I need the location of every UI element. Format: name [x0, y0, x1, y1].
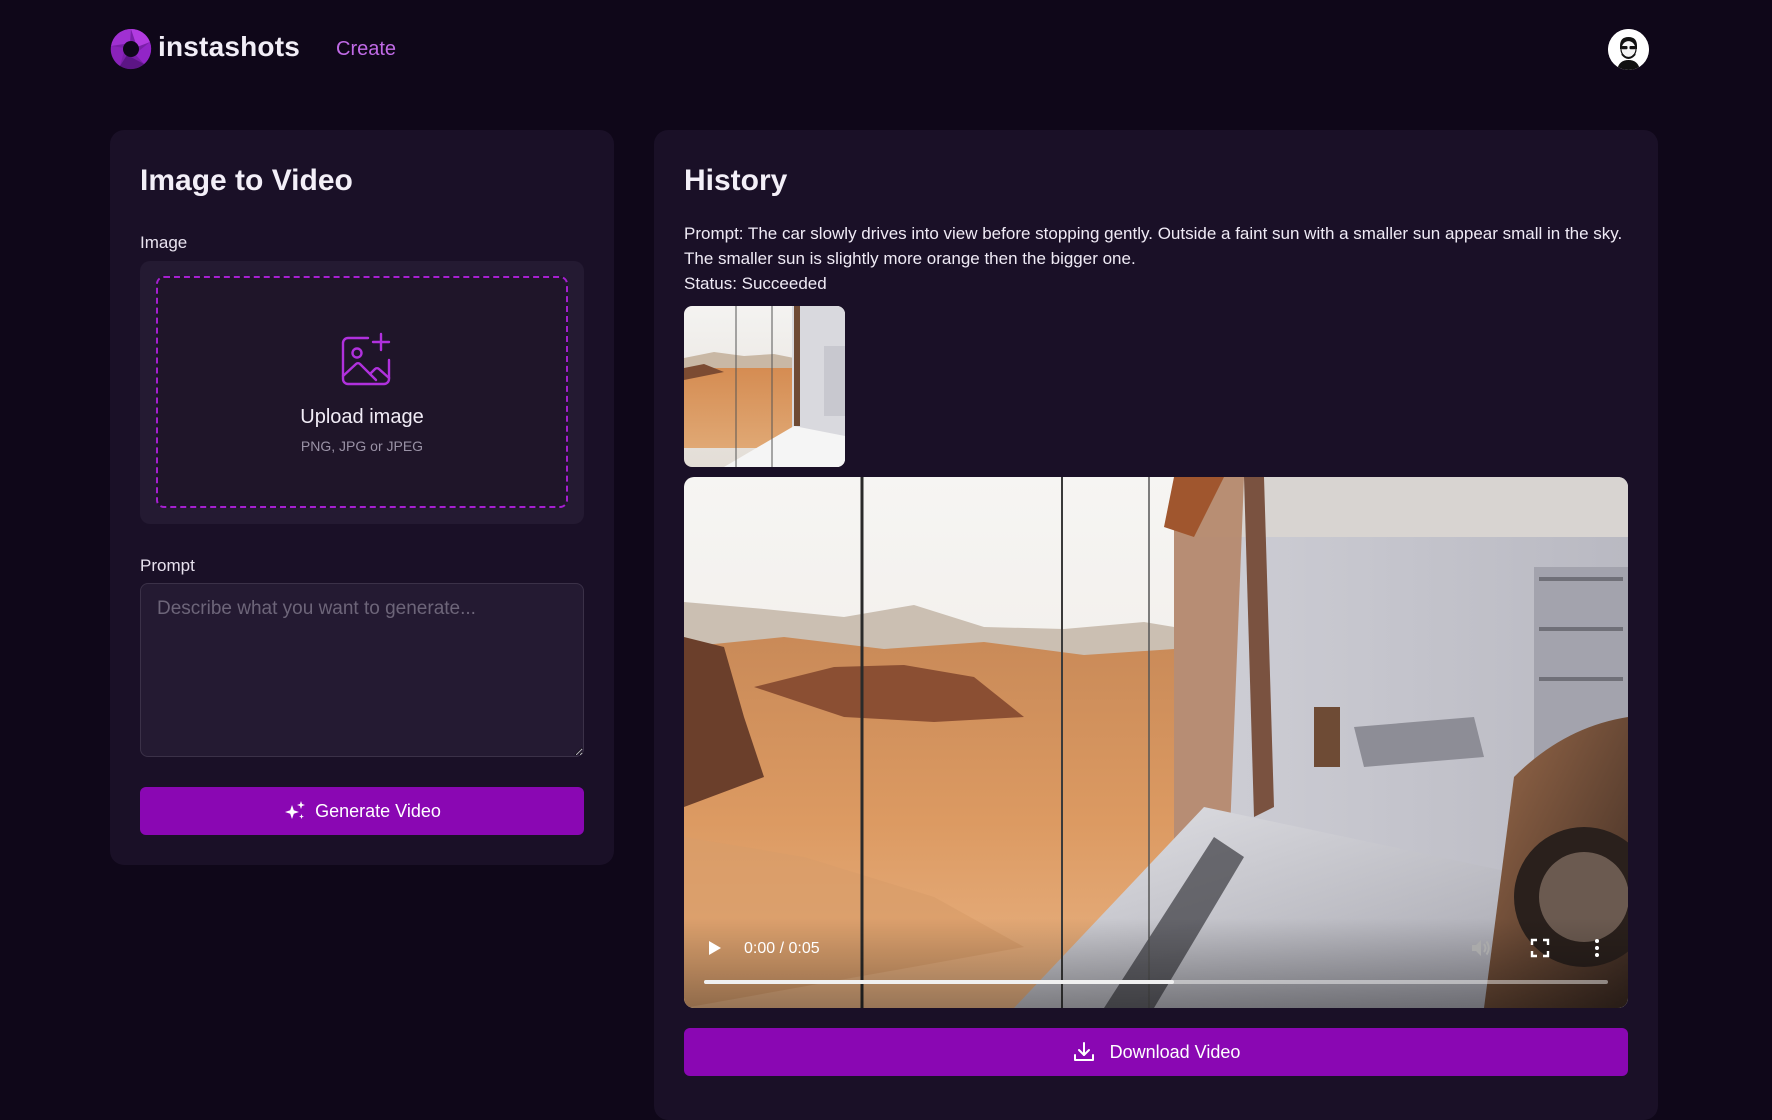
panel-title: Image to Video	[140, 164, 353, 197]
brand-name[interactable]: instashots	[158, 31, 300, 63]
image-to-video-panel: Image to Video Image Upload image PNG, J…	[110, 130, 614, 865]
prompt-label: Prompt	[140, 556, 195, 575]
download-video-button[interactable]: Download Video	[684, 1028, 1628, 1076]
prompt-input[interactable]	[140, 583, 584, 757]
user-avatar-icon	[1608, 29, 1649, 70]
upload-format-hint: PNG, JPG or JPEG	[300, 438, 424, 454]
history-panel: History Prompt: The car slowly drives in…	[654, 130, 1658, 1120]
image-plus-icon	[341, 332, 391, 386]
aperture-icon[interactable]	[110, 28, 152, 70]
source-image-thumbnail[interactable]	[684, 306, 845, 467]
history-prompt-text: Prompt: The car slowly drives into view …	[684, 224, 1623, 268]
image-label: Image	[140, 233, 188, 252]
fullscreen-icon[interactable]	[1530, 938, 1550, 958]
more-vertical-icon[interactable]	[1592, 938, 1602, 958]
download-video-label: Download Video	[1109, 1041, 1241, 1062]
nav-create-link[interactable]: Create	[336, 38, 396, 61]
video-progress-bar[interactable]	[704, 980, 1608, 984]
video-time: 0:00 / 0:05	[744, 940, 820, 957]
top-nav: instashots Create	[0, 0, 1772, 100]
sparkles-icon	[285, 801, 306, 819]
history-status-text: Status: Succeeded	[684, 274, 827, 293]
upload-container: Upload image PNG, JPG or JPEG	[140, 261, 584, 524]
play-icon[interactable]	[704, 938, 724, 958]
volume-icon[interactable]	[1469, 937, 1493, 959]
video-buffered-fill	[704, 980, 1175, 984]
user-avatar[interactable]	[1608, 29, 1649, 70]
download-icon	[1073, 1042, 1094, 1061]
video-player[interactable]: 0:00 / 0:05	[684, 477, 1628, 1008]
upload-title: Upload image	[300, 406, 424, 428]
history-title: History	[684, 164, 788, 197]
video-controls: 0:00 / 0:05	[684, 918, 1628, 1008]
generate-video-button[interactable]: Generate Video	[140, 787, 584, 835]
upload-dropzone[interactable]: Upload image PNG, JPG or JPEG	[156, 276, 568, 508]
generate-video-label: Generate Video	[315, 800, 441, 821]
